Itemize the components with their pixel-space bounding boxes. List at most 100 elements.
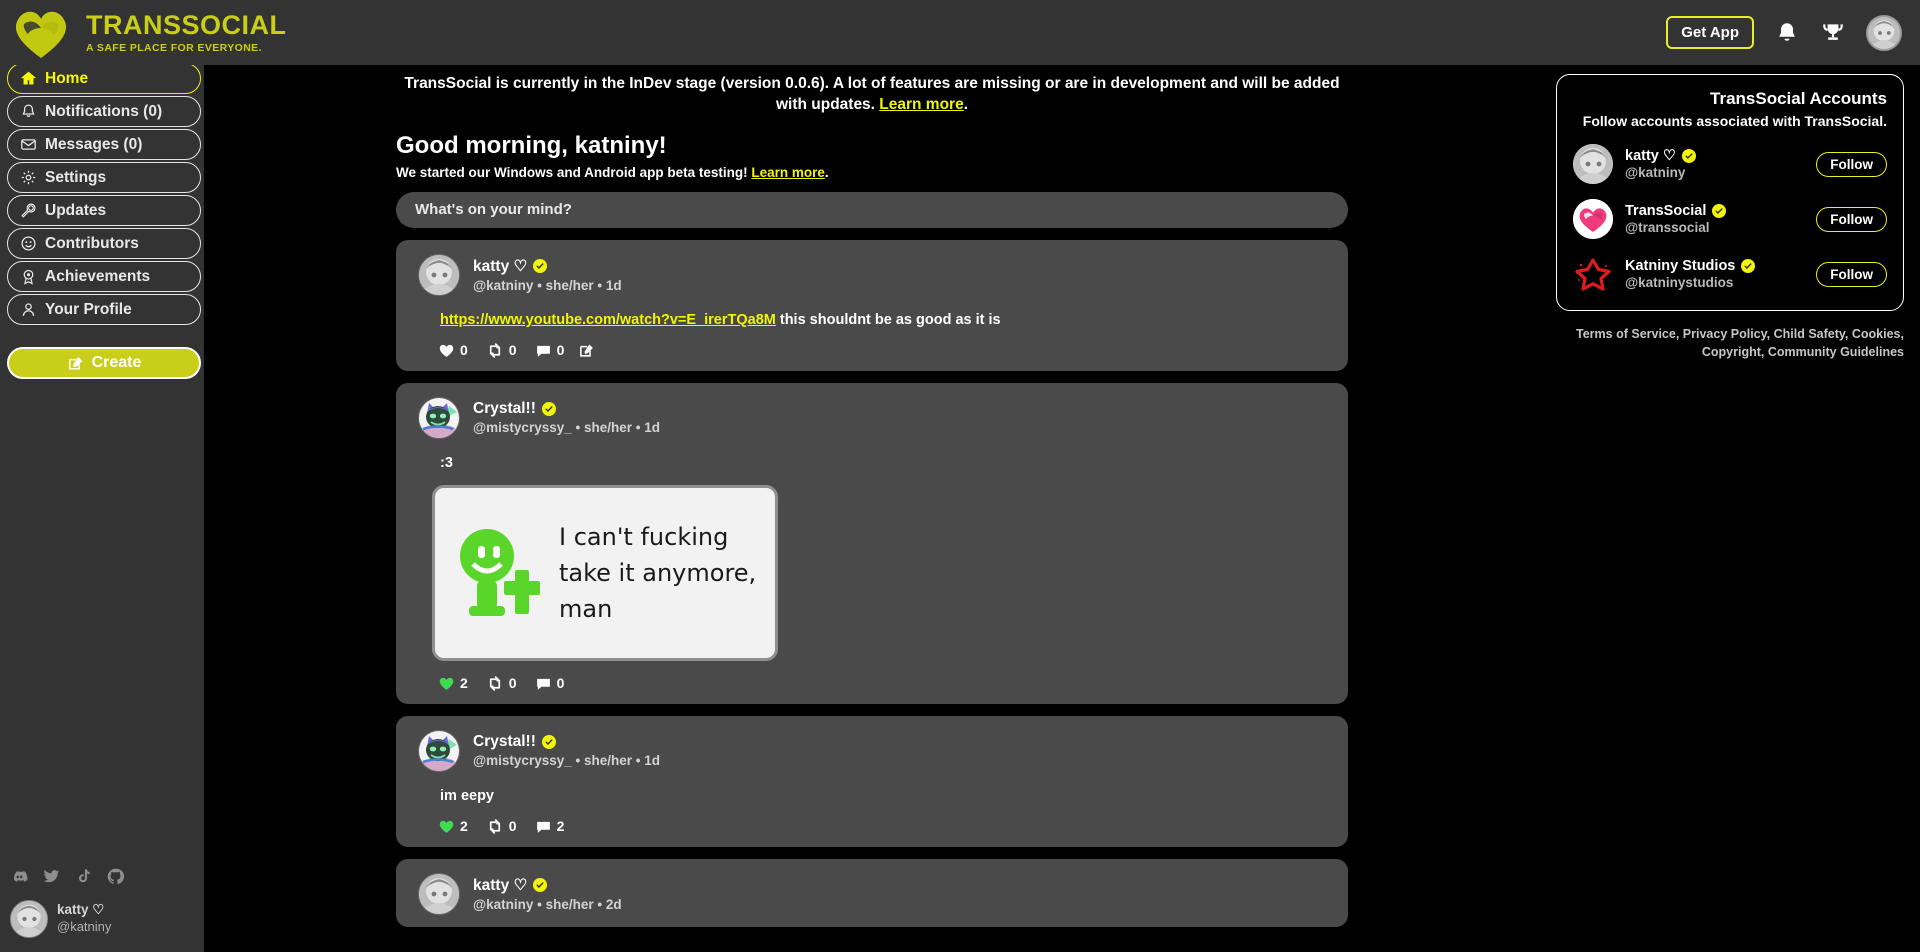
sidebar-item-your-profile[interactable]: Your Profile — [7, 294, 201, 325]
person-icon — [20, 301, 37, 318]
dev-notice-learn-more-link[interactable]: Learn more — [879, 96, 963, 113]
post-meta: @katniny • she/her • 2d — [473, 896, 622, 912]
pencil-square-icon — [580, 344, 594, 357]
comment-button[interactable]: 0 — [535, 342, 564, 359]
repost-icon — [489, 819, 500, 834]
avatar[interactable] — [418, 872, 460, 915]
like-button[interactable]: 0 — [438, 342, 468, 359]
legal-link-child-safety[interactable]: Child Safety — [1774, 327, 1845, 341]
right-sidebar: TransSocial Accounts Follow accounts ass… — [1540, 65, 1920, 952]
post-item[interactable]: Crystal!! @mistycryssy_ • she/her • 1d i… — [396, 715, 1348, 847]
bell-icon[interactable] — [1774, 20, 1800, 46]
composer-input[interactable] — [415, 201, 1329, 219]
discord-icon[interactable] — [10, 867, 29, 886]
create-button[interactable]: Create — [7, 347, 201, 379]
avatar[interactable] — [1573, 144, 1613, 184]
sidebar-item-label: Settings — [45, 168, 107, 186]
pencil-square-icon — [67, 355, 84, 372]
follow-button[interactable]: Follow — [1816, 151, 1887, 177]
beta-note-learn-more-link[interactable]: Learn more — [751, 165, 825, 180]
katniny-studios-star-avatar[interactable] — [1573, 254, 1613, 294]
social-links — [10, 867, 204, 886]
gear-icon — [20, 169, 37, 186]
account-row: Katniny Studios @katninystudios Follow — [1573, 254, 1887, 294]
repost-count: 0 — [508, 818, 517, 835]
repost-button[interactable]: 0 — [486, 342, 517, 359]
follow-button[interactable]: Follow — [1816, 206, 1887, 232]
repost-count: 0 — [508, 342, 517, 359]
panel-subtitle: Follow accounts associated with TransSoc… — [1582, 113, 1887, 129]
current-user-card[interactable]: katty ♡ @katniny — [10, 900, 204, 938]
comment-icon — [536, 678, 550, 690]
top-bar-actions: Get App — [1666, 14, 1902, 51]
account-display-name: Katniny Studios — [1625, 258, 1736, 274]
sidebar-item-updates[interactable]: Updates — [7, 195, 201, 226]
author-display-name: Crystal!! — [473, 733, 536, 751]
post-actions: 2 0 0 — [438, 675, 1326, 692]
author-display-name: katty ♡ — [473, 257, 528, 275]
post-actions: 0 0 0 — [438, 342, 1326, 359]
dev-stage-notice: TransSocial is currently in the InDev st… — [400, 74, 1344, 116]
legal-link-terms-of-service[interactable]: Terms of Service — [1576, 327, 1676, 341]
dev-notice-period: . — [963, 95, 969, 113]
verified-badge-icon — [1712, 204, 1727, 218]
account-name: TransSocial — [1625, 203, 1804, 219]
post-item[interactable]: Crystal!! @mistycryssy_ • she/her • 1d :… — [396, 382, 1348, 704]
repost-button[interactable]: 0 — [486, 675, 517, 692]
dev-notice-text: TransSocial is currently in the InDev st… — [404, 75, 1340, 113]
verified-badge-icon — [1681, 149, 1696, 163]
post-link[interactable]: https://www.youtube.com/watch?v=E_irerTQ… — [440, 312, 776, 328]
post-item[interactable]: katty ♡ @katniny • she/her • 1d https://… — [396, 239, 1348, 371]
left-sidebar: Home Notifications (0) Messages (0) Sett… — [0, 63, 204, 952]
post-author-name: katty ♡ — [473, 876, 622, 895]
verified-badge-icon — [541, 735, 556, 750]
account-name: katty ♡ — [1625, 148, 1804, 164]
post-author-name: katty ♡ — [473, 257, 622, 276]
post-item[interactable]: katty ♡ @katniny • she/her • 2d — [396, 858, 1348, 927]
avatar[interactable] — [418, 396, 460, 439]
sidebar-item-notifications[interactable]: Notifications (0) — [7, 96, 201, 127]
brand-logo-group[interactable]: TRANSSOCIAL A SAFE PLACE FOR EVERYONE. — [10, 6, 287, 60]
github-icon[interactable] — [106, 867, 125, 886]
main-feed-column: TransSocial is currently in the InDev st… — [204, 65, 1540, 952]
sidebar-footer: katty ♡ @katniny — [0, 867, 204, 952]
transsocial-heart-avatar[interactable] — [1573, 199, 1613, 239]
sidebar-item-settings[interactable]: Settings — [7, 162, 201, 193]
sidebar-item-achievements[interactable]: Achievements — [7, 261, 201, 292]
trophy-icon[interactable] — [1820, 20, 1846, 46]
post-body: https://www.youtube.com/watch?v=E_irerTQ… — [440, 312, 1326, 328]
user-avatar[interactable] — [1866, 14, 1902, 51]
panel-title: TransSocial Accounts — [1710, 89, 1887, 108]
author-display-name: katty ♡ — [473, 876, 528, 894]
avatar[interactable] — [418, 729, 460, 772]
legal-links: Terms of Service, Privacy Policy, Child … — [1576, 327, 1904, 360]
sidebar-item-contributors[interactable]: Contributors — [7, 228, 201, 259]
post-composer[interactable] — [396, 191, 1348, 228]
account-handle: @transsocial — [1625, 220, 1710, 235]
primary-navigation: Home Notifications (0) Messages (0) Sett… — [0, 63, 204, 379]
like-button[interactable]: 2 — [438, 675, 468, 692]
account-display-name: TransSocial — [1625, 203, 1707, 219]
heart-icon — [439, 677, 454, 690]
sidebar-item-home[interactable]: Home — [7, 63, 201, 94]
legal-link-copyright[interactable]: Copyright — [1702, 345, 1761, 359]
repost-button[interactable]: 0 — [486, 818, 517, 835]
post-feed: katty ♡ @katniny • she/her • 1d https://… — [396, 239, 1348, 927]
legal-link-community-guidelines[interactable]: Community Guidelines — [1768, 345, 1904, 359]
post-author-name: Crystal!! — [473, 400, 660, 418]
tiktok-icon[interactable] — [74, 867, 93, 886]
repost-icon — [489, 676, 500, 691]
sidebar-item-messages[interactable]: Messages (0) — [7, 129, 201, 160]
comment-button[interactable]: 2 — [535, 818, 564, 835]
edit-post-button[interactable] — [578, 342, 595, 359]
comment-button[interactable]: 0 — [535, 675, 564, 692]
like-button[interactable]: 2 — [438, 818, 468, 835]
legal-link-privacy-policy[interactable]: Privacy Policy — [1683, 327, 1767, 341]
avatar[interactable] — [418, 253, 460, 296]
follow-button[interactable]: Follow — [1816, 261, 1887, 287]
legal-link-cookies[interactable]: Cookies — [1852, 327, 1901, 341]
get-app-button[interactable]: Get App — [1666, 16, 1754, 49]
post-header: katty ♡ @katniny • she/her • 1d — [418, 253, 1326, 296]
post-image-attachment[interactable]: I can't fucking take it anymore, man — [432, 484, 778, 661]
twitter-icon[interactable] — [42, 867, 61, 886]
